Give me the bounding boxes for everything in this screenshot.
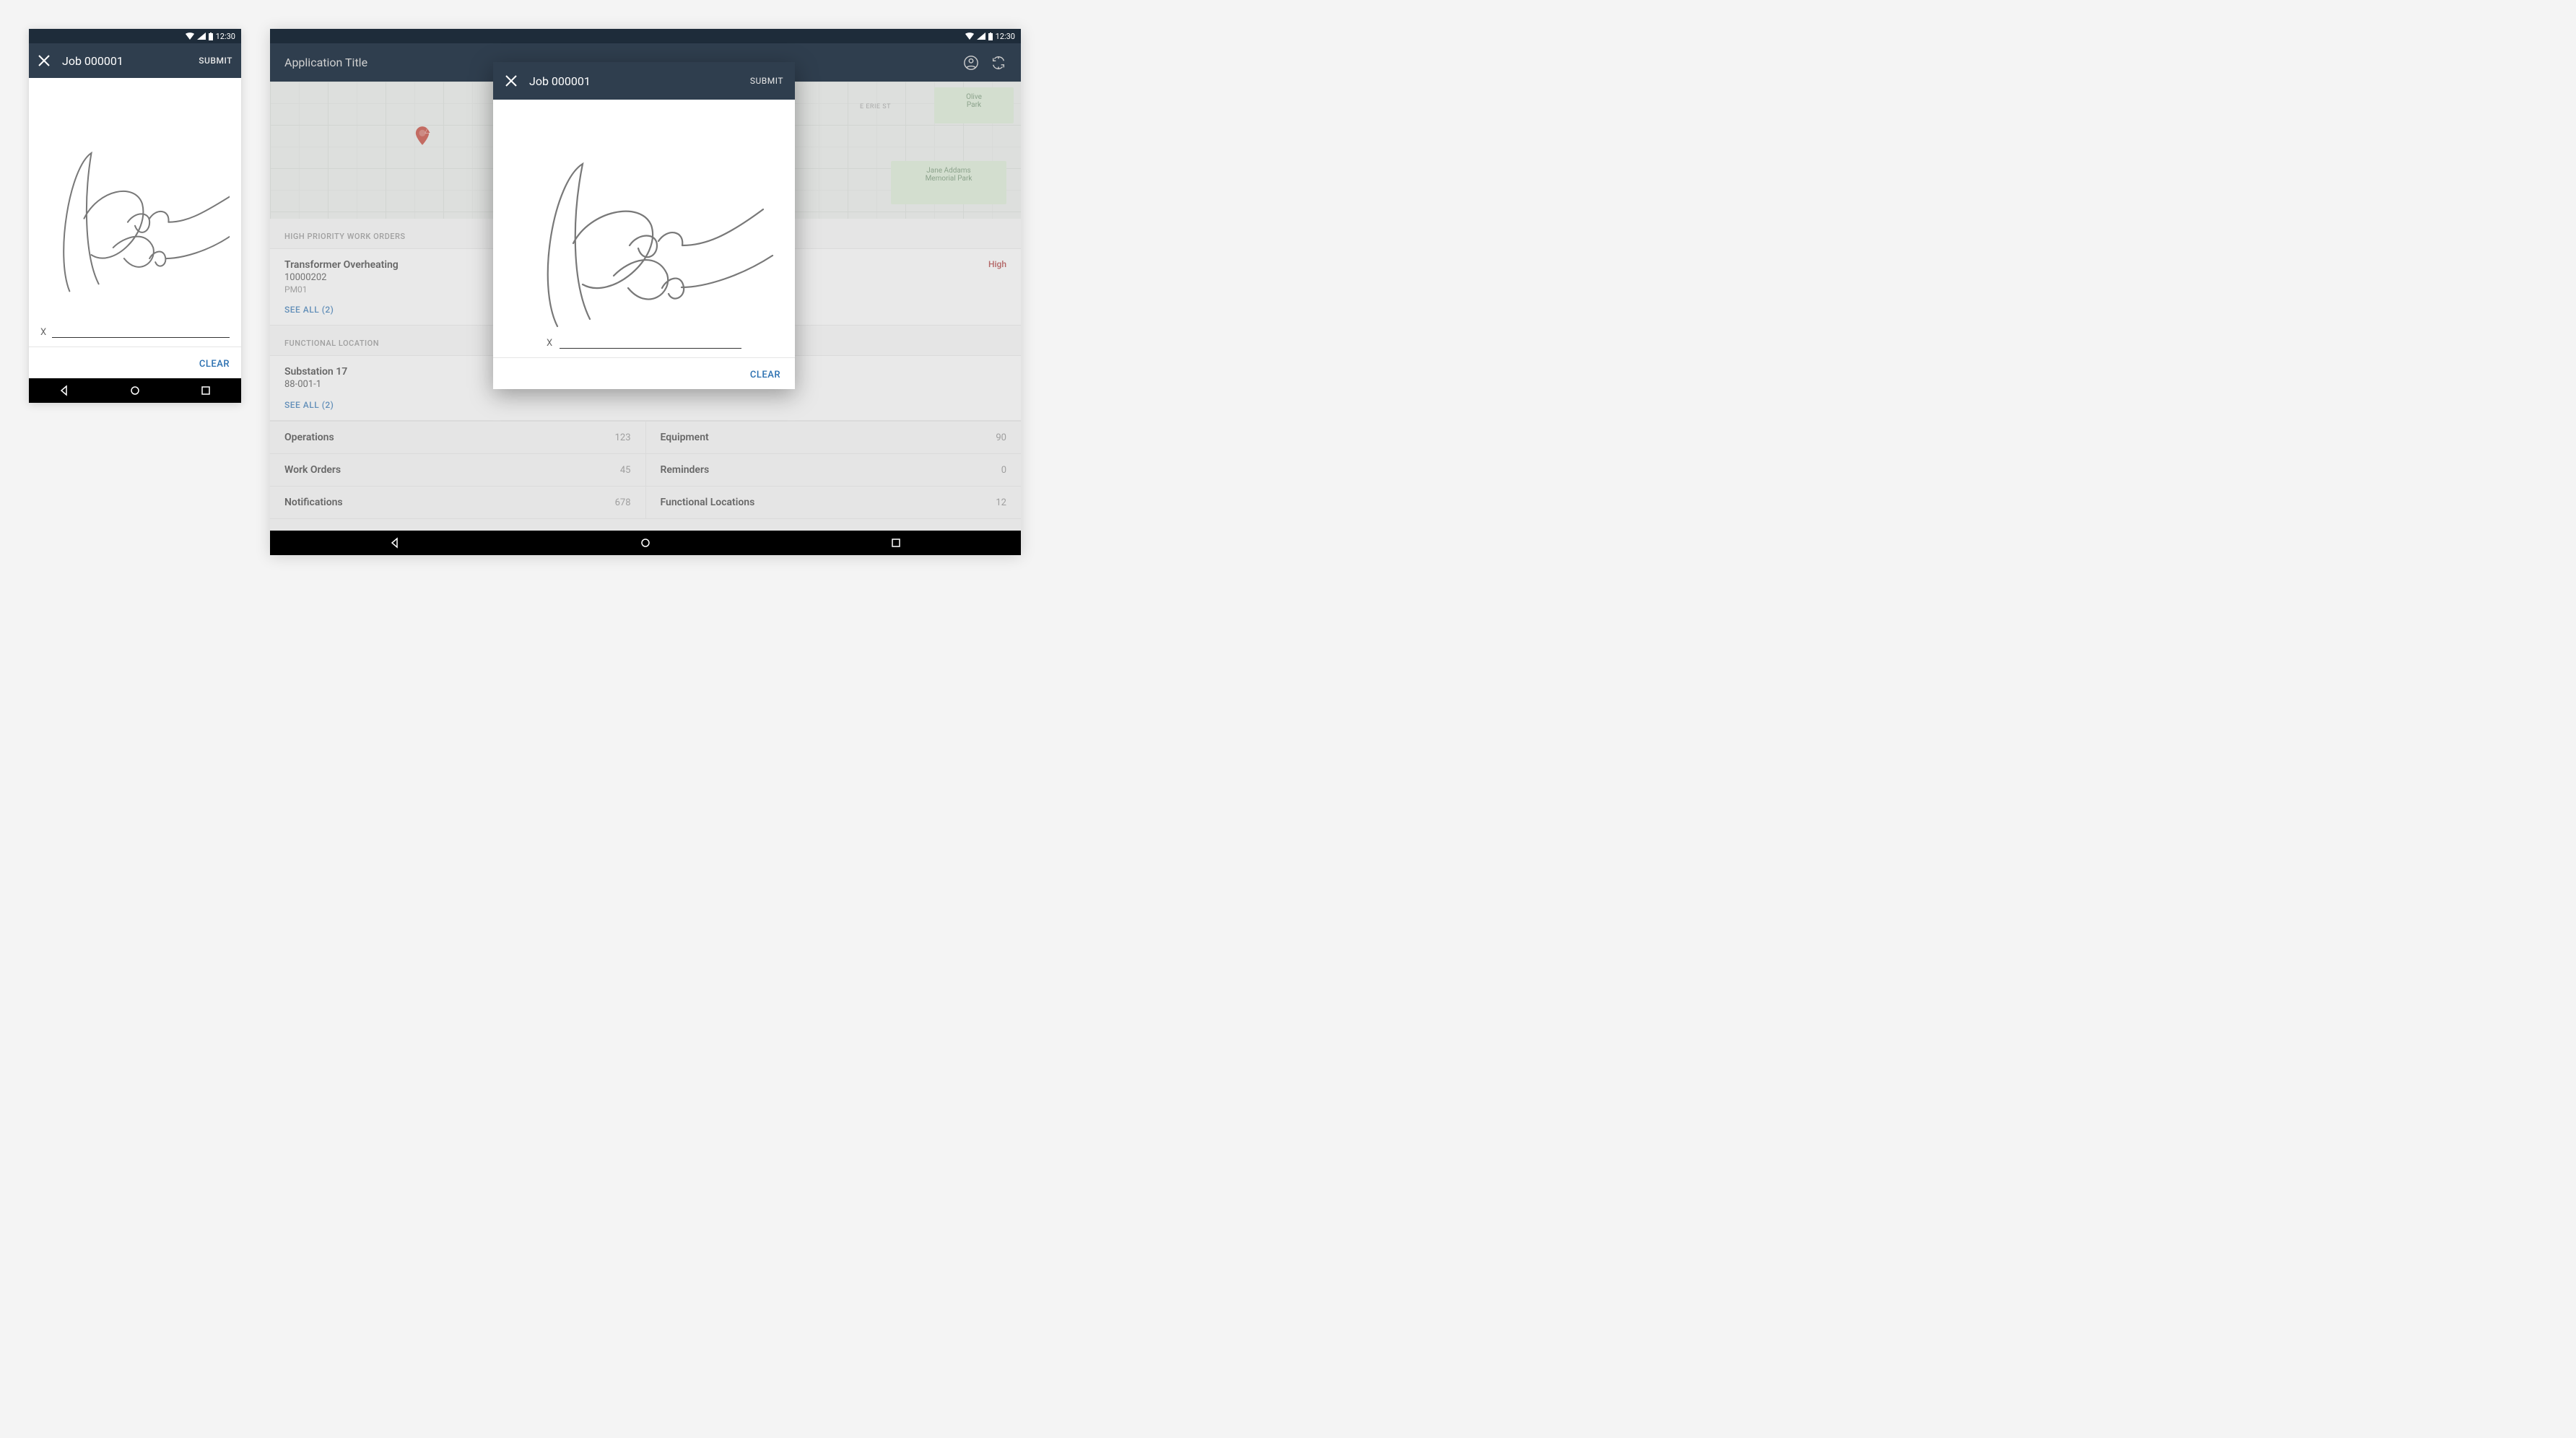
status-bar: 12:30 — [270, 29, 1021, 43]
close-icon[interactable] — [38, 54, 51, 67]
phone-title: Job 000001 — [62, 54, 187, 68]
signature-drawing — [510, 117, 778, 334]
signature-line — [560, 348, 741, 349]
home-icon[interactable] — [129, 385, 141, 396]
clock: 12:30 — [216, 32, 235, 41]
recents-icon[interactable] — [200, 385, 212, 396]
signal-icon — [977, 32, 985, 40]
back-icon[interactable] — [58, 385, 70, 396]
android-navbar — [29, 378, 241, 403]
recents-icon[interactable] — [890, 537, 902, 549]
account-icon[interactable] — [963, 55, 979, 71]
submit-button[interactable]: SUBMIT — [199, 56, 232, 66]
summary-row[interactable]: Operations123 — [270, 422, 645, 454]
summary-row[interactable]: Reminders0 — [646, 454, 1022, 487]
wifi-icon — [965, 32, 974, 40]
wifi-icon — [186, 32, 194, 40]
summary-row[interactable]: Equipment90 — [646, 422, 1022, 454]
phone-titlebar: Job 000001 SUBMIT — [29, 43, 241, 78]
battery-icon — [988, 32, 993, 40]
home-icon[interactable] — [640, 537, 651, 549]
see-all-link[interactable]: SEE ALL (2) — [270, 400, 1021, 420]
summary-row[interactable]: Functional Locations12 — [646, 487, 1022, 519]
clear-button[interactable]: CLEAR — [199, 359, 230, 370]
phone-device: 12:30 Job 000001 SUBMIT X CLEAR — [29, 29, 241, 403]
summary-grid: Operations123 Work Orders45 Notification… — [270, 421, 1021, 519]
submit-button[interactable]: SUBMIT — [750, 76, 783, 86]
signature-area[interactable]: X — [493, 100, 795, 357]
clear-button[interactable]: CLEAR — [750, 370, 780, 380]
close-icon[interactable] — [505, 74, 518, 87]
signature-marker: X — [547, 338, 552, 349]
signature-dialog: Job 000001 SUBMIT X CLEAR — [493, 62, 795, 389]
status-bar: 12:30 — [29, 29, 241, 43]
tablet-device: 12:30 Application Title Olive Park Jane … — [270, 29, 1021, 555]
signature-drawing — [40, 87, 230, 321]
summary-row[interactable]: Work Orders45 — [270, 454, 645, 487]
dialog-title: Job 000001 — [529, 74, 739, 88]
clock: 12:30 — [996, 32, 1015, 41]
android-navbar — [270, 531, 1021, 555]
signal-icon — [197, 32, 206, 40]
battery-icon — [209, 32, 213, 40]
summary-row[interactable]: Notifications678 — [270, 487, 645, 519]
sync-icon[interactable] — [991, 55, 1006, 71]
signature-marker: X — [40, 327, 46, 338]
signature-area[interactable]: X — [29, 78, 241, 347]
priority-badge: High — [988, 259, 1006, 269]
signature-line — [52, 337, 230, 338]
back-icon[interactable] — [389, 537, 401, 549]
